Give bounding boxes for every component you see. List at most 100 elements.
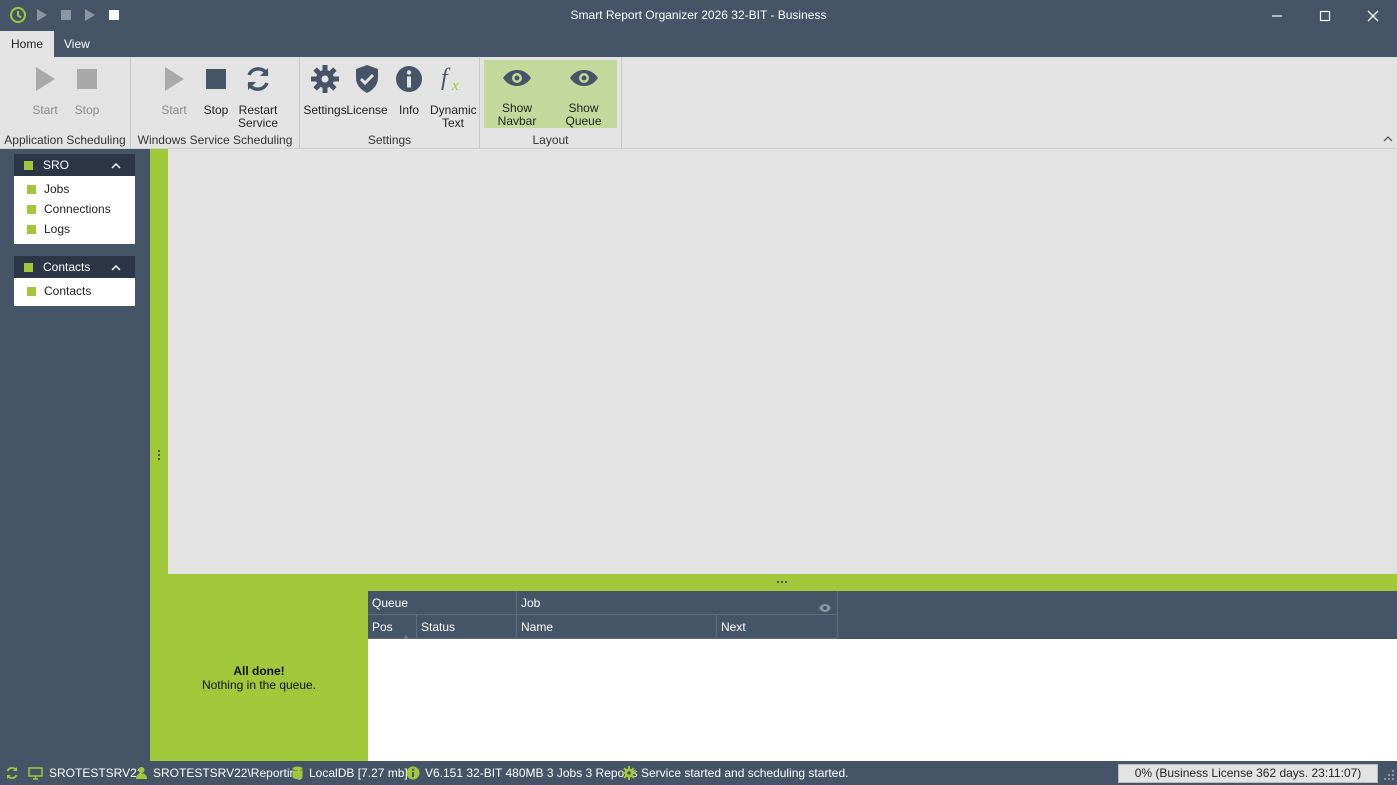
navbar-splitter[interactable]: [150, 149, 168, 574]
show-navbar-button[interactable]: Show Navbar: [484, 60, 550, 128]
shield-check-icon: [350, 60, 384, 98]
nav-item-jobs[interactable]: Jobs: [14, 179, 135, 199]
license-progress: 0% (Business License 362 days. 23:11:07): [1118, 764, 1378, 783]
window-controls: [1253, 0, 1397, 31]
monitor-icon: [27, 765, 43, 781]
play-icon: [157, 60, 191, 98]
group-label: Settings: [367, 133, 412, 147]
status-database: LocalDB [7.27 mb]: [289, 761, 408, 785]
queue-done-title: All done!: [233, 664, 285, 678]
item-square-icon: [27, 286, 36, 296]
queue-status-panel: All done! Nothing in the queue.: [150, 591, 368, 761]
function-icon: fx: [436, 60, 470, 98]
resize-grip-icon[interactable]: [1384, 769, 1394, 783]
group-label: Windows Service Scheduling: [137, 133, 293, 147]
column-pos[interactable]: Pos: [368, 615, 417, 640]
navgroup-contacts: Contacts Contacts: [14, 256, 135, 306]
tab-home[interactable]: Home: [0, 31, 55, 57]
service-start-label: Start: [161, 103, 187, 117]
group-label: Application Scheduling: [4, 133, 126, 147]
ribbon-tabs: Home View: [0, 31, 1397, 57]
column-status[interactable]: Status: [417, 615, 517, 639]
refresh-icon: [241, 60, 275, 98]
minimize-icon[interactable]: [1253, 0, 1301, 31]
info-label: Info: [398, 103, 419, 117]
service-stop-label: Stop: [203, 103, 229, 117]
status-refresh[interactable]: [4, 761, 26, 785]
database-icon: [289, 765, 305, 781]
grid-body: [368, 639, 1397, 761]
svg-text:x: x: [451, 78, 459, 94]
grid-header: Queue Job Pos Status Name Next: [368, 591, 1397, 640]
maximize-icon[interactable]: [1301, 0, 1349, 31]
status-machine: SROTESTSRV22: [27, 761, 143, 785]
navgroup-header-contacts[interactable]: Contacts: [14, 256, 135, 278]
status-version: V6.151 32-BIT 480MB 3 Jobs 3 Reports: [405, 761, 638, 785]
restart-service-button[interactable]: Restart Service: [237, 60, 279, 130]
info-icon: [392, 60, 426, 98]
service-stop-button[interactable]: Stop: [197, 60, 235, 117]
item-square-icon: [27, 184, 36, 194]
navgroup-label: SRO: [43, 158, 70, 172]
dynamic-text-button[interactable]: fx Dynamic Text: [430, 60, 477, 130]
chevron-up-icon[interactable]: [111, 261, 121, 275]
settings-button[interactable]: Settings: [303, 60, 347, 117]
app-start-label: Start: [32, 103, 58, 117]
item-square-icon: [27, 224, 36, 234]
collapse-ribbon-icon[interactable]: [1383, 131, 1393, 145]
restart-service-label: Restart Service: [237, 103, 278, 130]
band-job-label: Job: [521, 596, 541, 610]
group-layout: Show Navbar Show Queue Layout: [480, 57, 622, 149]
splitter-grip-icon: [777, 581, 787, 583]
database-info: LocalDB [7.27 mb]: [309, 766, 408, 780]
eye-icon: [500, 60, 534, 96]
nav-item-logs[interactable]: Logs: [14, 219, 135, 239]
machine-name: SROTESTSRV22: [49, 766, 144, 780]
group-label: Layout: [532, 133, 569, 147]
queue-splitter[interactable]: [150, 574, 1397, 591]
nav-item-contacts[interactable]: Contacts: [14, 281, 135, 301]
play-icon: [28, 60, 62, 98]
main-content-area: [168, 149, 1397, 574]
navgroup-sro: SRO Jobs Connections Logs: [14, 154, 135, 244]
nav-item-label: Jobs: [44, 182, 70, 196]
stop-icon: [199, 60, 233, 98]
nav-item-label: Connections: [44, 202, 111, 216]
queue-grid: Queue Job Pos Status Name Next: [368, 591, 1397, 761]
gear-icon: [621, 765, 637, 781]
navgroup-header-sro[interactable]: SRO: [14, 154, 135, 176]
group-application-scheduling: Start Stop Application Scheduling: [0, 57, 131, 149]
license-button[interactable]: License: [346, 60, 388, 117]
band-job: Job: [517, 591, 838, 615]
show-queue-button[interactable]: Show Queue: [550, 60, 617, 128]
group-square-icon: [24, 262, 33, 272]
title-bar: Smart Report Organizer 2026 32-BIT - Bus…: [0, 0, 1397, 31]
service-start-button[interactable]: Start: [155, 60, 193, 117]
app-start-button[interactable]: Start: [26, 60, 64, 117]
settings-label: Settings: [303, 103, 347, 117]
nav-item-connections[interactable]: Connections: [14, 199, 135, 219]
close-icon[interactable]: [1349, 0, 1397, 31]
tab-view[interactable]: View: [53, 31, 101, 57]
chevron-up-icon[interactable]: [111, 159, 121, 173]
user-name: SROTESTSRV22\Reporting: [153, 766, 303, 780]
version-info: V6.151 32-BIT 480MB 3 Jobs 3 Reports: [425, 766, 638, 780]
dynamic-text-label: Dynamic Text: [430, 103, 477, 130]
app-stop-label: Stop: [74, 103, 100, 117]
nav-item-label: Contacts: [44, 284, 92, 298]
stop-icon: [70, 60, 104, 98]
band-queue: Queue: [368, 591, 517, 615]
app-stop-button[interactable]: Stop: [68, 60, 106, 117]
column-pos-label: Pos: [372, 620, 393, 634]
column-next[interactable]: Next: [717, 615, 838, 639]
status-user: SROTESTSRV22\Reporting: [133, 761, 303, 785]
info-button[interactable]: Info: [392, 60, 426, 117]
info-icon: [405, 765, 421, 781]
show-queue-label: Show Queue: [565, 101, 602, 128]
navbar: SRO Jobs Connections Logs Contacts Conta…: [0, 149, 150, 761]
status-bar: SROTESTSRV22 SROTESTSRV22\Reporting Loca…: [0, 761, 1397, 785]
column-name[interactable]: Name: [517, 615, 717, 639]
ribbon: Start Stop Application Scheduling Start …: [0, 57, 1397, 149]
license-label: License: [346, 103, 388, 117]
group-settings: Settings License Info fx Dynamic Text Se…: [300, 57, 480, 149]
